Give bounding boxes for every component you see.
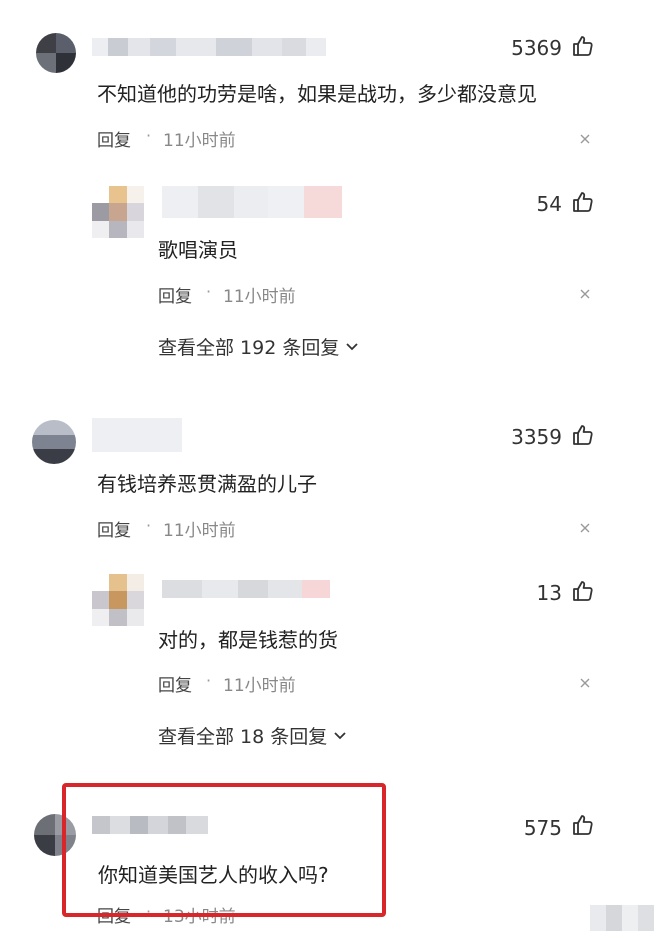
reply-text: 歌唱演员 [158, 238, 238, 262]
username-blurred [92, 38, 326, 56]
timestamp: 11小时前 [223, 676, 296, 696]
close-icon[interactable] [579, 677, 591, 689]
avatar[interactable] [36, 33, 76, 73]
avatar[interactable] [92, 574, 144, 626]
like-count: 13 [536, 581, 562, 605]
close-icon[interactable] [579, 133, 591, 145]
username-blurred [162, 580, 330, 598]
reply-text: 对的，都是钱惹的货 [158, 628, 338, 652]
close-icon[interactable] [579, 522, 591, 534]
like-count: 3359 [511, 425, 562, 449]
comment-text: 有钱培养恶贯满盈的儿子 [97, 472, 317, 496]
separator-dot: · [146, 516, 152, 535]
avatar[interactable] [32, 420, 76, 464]
view-all-replies-button[interactable]: 查看全部 192 条回复 [158, 333, 359, 360]
reply-button[interactable]: 回复 [158, 671, 192, 696]
watermark [590, 905, 654, 931]
reply-button[interactable]: 回复 [97, 126, 131, 151]
like-count: 5369 [511, 36, 562, 60]
thumbs-up-icon[interactable] [571, 34, 595, 58]
chevron-down-icon [346, 342, 358, 350]
thumbs-up-icon[interactable] [571, 190, 595, 214]
separator-dot: · [206, 671, 212, 690]
reply-button[interactable]: 回复 [97, 516, 131, 541]
highlight-box [62, 783, 386, 917]
like-count: 54 [536, 192, 562, 216]
comment-text: 不知道他的功劳是啥，如果是战功，多少都没意见 [97, 82, 537, 106]
view-all-replies-label: 查看全部 18 条回复 [158, 726, 328, 748]
thumbs-up-icon[interactable] [571, 579, 595, 603]
view-all-replies-button[interactable]: 查看全部 18 条回复 [158, 722, 347, 749]
username-blurred [92, 418, 182, 452]
username-blurred [162, 186, 342, 218]
chevron-down-icon [334, 731, 346, 739]
separator-dot: · [206, 282, 212, 301]
timestamp: 11小时前 [163, 131, 236, 151]
view-all-replies-label: 查看全部 192 条回复 [158, 337, 340, 359]
close-icon[interactable] [579, 288, 591, 300]
timestamp: 11小时前 [223, 287, 296, 307]
separator-dot: · [146, 126, 152, 145]
thumbs-up-icon[interactable] [571, 423, 595, 447]
timestamp: 11小时前 [163, 521, 236, 541]
reply-button[interactable]: 回复 [158, 282, 192, 307]
avatar[interactable] [92, 186, 144, 238]
thumbs-up-icon[interactable] [571, 813, 595, 837]
like-count: 575 [523, 816, 562, 840]
